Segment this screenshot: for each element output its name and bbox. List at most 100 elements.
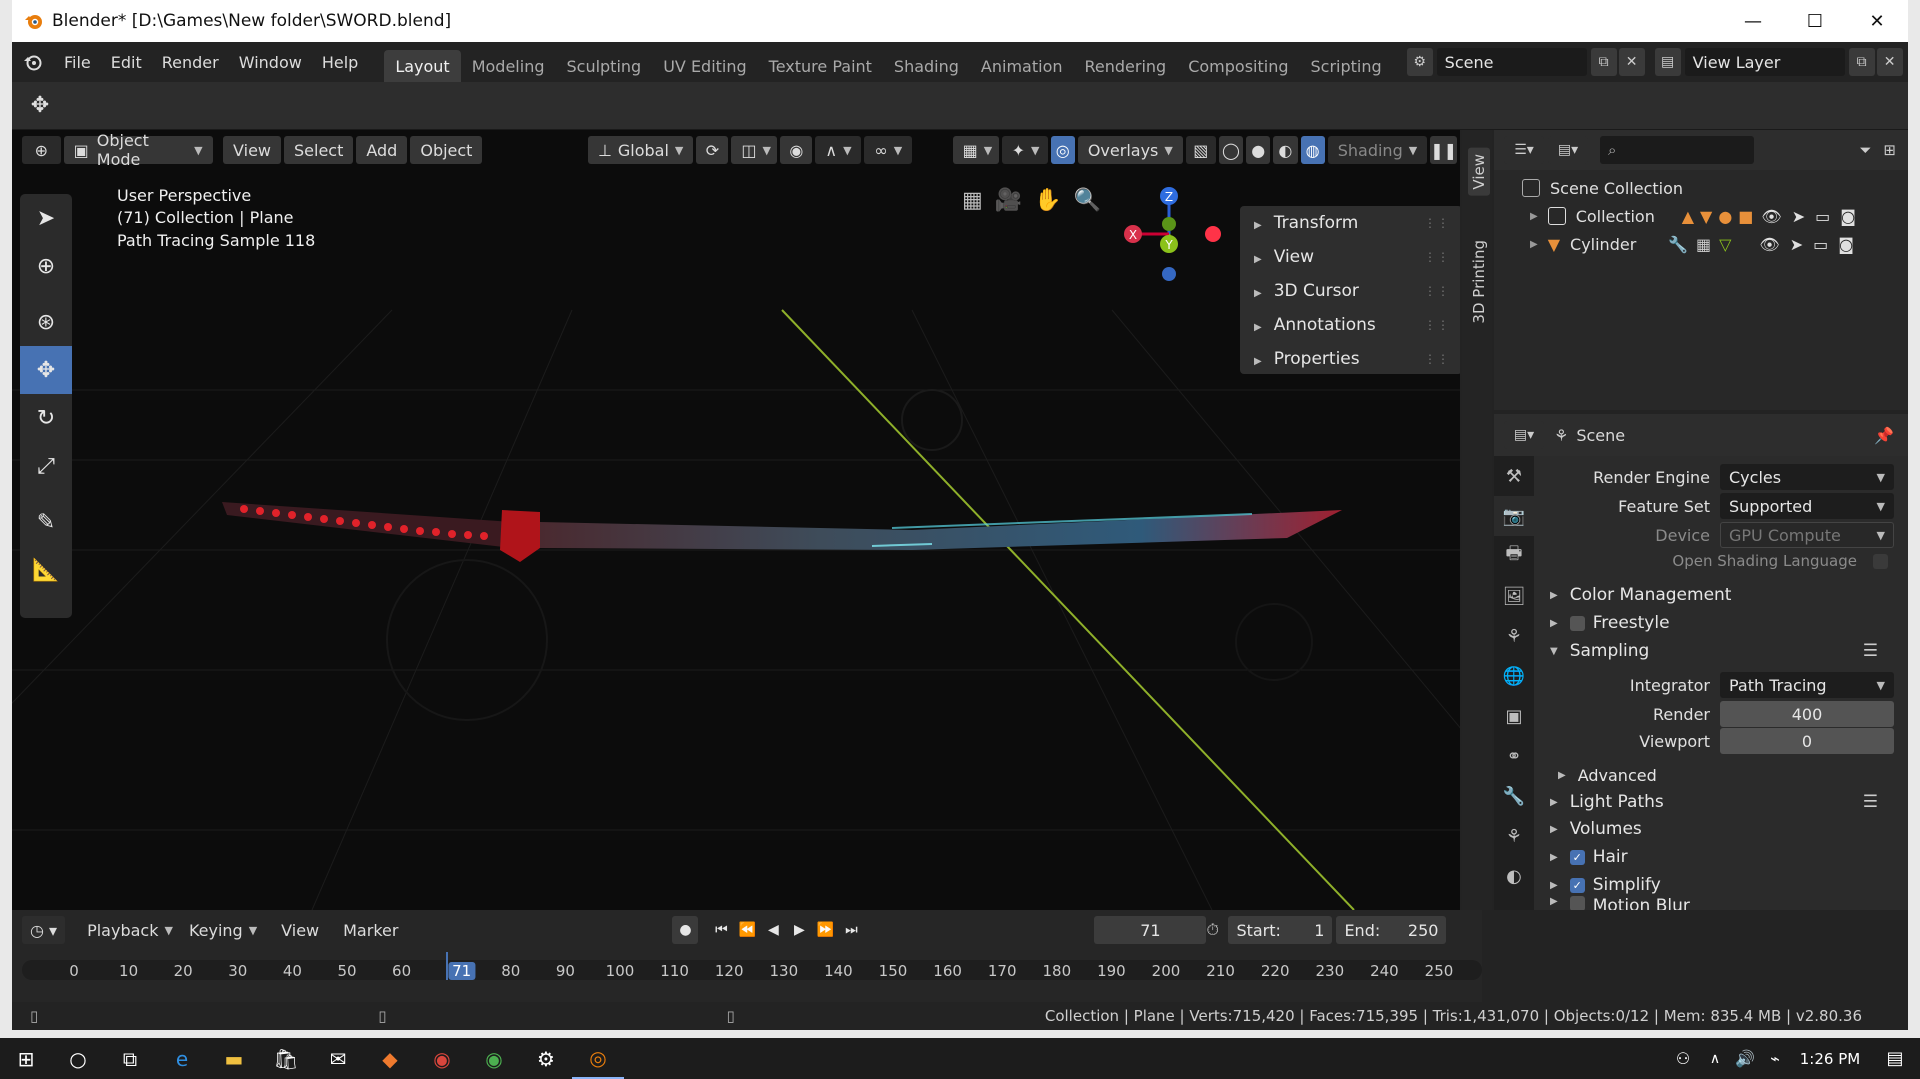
cortana-icon[interactable]: ○ (52, 1038, 104, 1079)
section-volumes[interactable]: ▶ Volumes (1534, 814, 1908, 844)
store-icon[interactable]: 🛍 (260, 1038, 312, 1079)
scale-tool-icon[interactable]: ⤢ (20, 442, 72, 490)
monitor-icon[interactable]: ▭ (1815, 207, 1830, 226)
jump-start-icon[interactable]: ⏮ (708, 916, 734, 944)
menu-edit[interactable]: Edit (101, 42, 152, 82)
menu-marker[interactable]: Marker (335, 916, 406, 944)
device-dropdown[interactable]: GPU Compute ▼ (1720, 522, 1894, 548)
task-view-icon[interactable]: ⧉ (104, 1038, 156, 1079)
tab-3d-printing[interactable]: 3D Printing (1468, 234, 1490, 330)
viewport-3d[interactable]: ⊕ ▣ Object Mode ▼ View Select Add Object … (12, 130, 1460, 910)
tab-uv-editing[interactable]: UV Editing (652, 50, 757, 82)
physics-tab-icon[interactable]: ◐ (1494, 856, 1534, 896)
gizmo-icon[interactable]: ✦ ▼ (1001, 136, 1048, 164)
eye-icon[interactable]: 👁 (1759, 235, 1779, 254)
proportional-edit-icon[interactable]: ◉ (780, 136, 813, 164)
section-motion-blur[interactable]: ▶ Motion Blur (1534, 896, 1908, 910)
edge-icon[interactable]: e (156, 1038, 208, 1079)
section-freestyle[interactable]: ▶ Freestyle (1534, 608, 1908, 638)
annotate-tool-icon[interactable]: ✎ (20, 498, 72, 546)
move-view-tool-icon[interactable]: ⊛ (20, 298, 72, 346)
pause-render-icon[interactable]: ❚❚ (1430, 136, 1457, 164)
outliner-editor-type-icon[interactable]: ☰▾ (1504, 136, 1544, 164)
menu-file[interactable]: File (54, 42, 101, 82)
section-color-management[interactable]: ▶ Color Management (1534, 580, 1908, 610)
maximize-button[interactable]: ☐ (1784, 0, 1846, 42)
settings-gear-icon[interactable]: ⚙ (520, 1038, 572, 1079)
timeline-editor-type-icon[interactable]: ◷ ▾ (22, 916, 66, 944)
presets-list-icon[interactable]: ☰ (1863, 641, 1878, 661)
view-layer-tab-icon[interactable]: 🖼 (1494, 576, 1534, 616)
presets-list-icon[interactable]: ☰ (1863, 792, 1878, 812)
scene-delete-icon[interactable]: ✕ (1618, 48, 1645, 76)
scene-browse-icon[interactable]: ⚙ (1406, 48, 1433, 76)
world-tab-icon[interactable]: 🌐 (1494, 656, 1534, 696)
particles-tab-icon[interactable]: ⚘ (1494, 816, 1534, 856)
chrome-icon[interactable]: ◉ (416, 1038, 468, 1079)
move-tool-icon[interactable]: ✥ (12, 93, 68, 118)
blender-menu-icon[interactable] (12, 52, 54, 72)
cursor-tool-icon[interactable]: ⊕ (20, 242, 72, 290)
section-light-paths[interactable]: ▶ Light Paths ☰ (1534, 787, 1908, 817)
move-tool-button[interactable]: ✥ (20, 346, 72, 394)
section-sampling[interactable]: ▼ Sampling ☰ (1534, 636, 1908, 666)
falloff-icon[interactable]: ∧ ▼ (815, 136, 862, 164)
menu-keying[interactable]: Keying ▼ (181, 916, 265, 944)
wireframe-shading-icon[interactable]: ◯ (1218, 136, 1244, 164)
display-mode-icon[interactable]: ▤▾ (1548, 136, 1588, 164)
app-icon[interactable]: ◆ (364, 1038, 416, 1079)
outliner-search-input[interactable]: ⌕ (1600, 136, 1754, 164)
select-tool-icon[interactable]: ➤ (20, 194, 72, 242)
camera-view-icon[interactable]: 🎥 (995, 188, 1022, 213)
render-engine-dropdown[interactable]: Cycles ▼ (1720, 464, 1894, 490)
measure-tool-icon[interactable]: 📐 (20, 546, 72, 594)
overlay-toggle-icon[interactable]: ◎ (1050, 136, 1075, 164)
volume-icon[interactable]: 🔊 (1730, 1038, 1760, 1079)
file-explorer-icon[interactable]: ▬ (208, 1038, 260, 1079)
section-advanced[interactable]: ▶ Advanced (1534, 760, 1908, 790)
zoom-icon[interactable]: 🔍 (1074, 188, 1101, 213)
pin-icon[interactable]: 📌 (1874, 426, 1894, 445)
npanel-properties[interactable]: ▶ Properties ⋮⋮ (1240, 342, 1460, 376)
view-layer-delete-icon[interactable]: ✕ (1876, 48, 1903, 76)
scene-tab-icon[interactable]: ⚘ (1494, 616, 1534, 656)
render-camera-icon[interactable]: ◙ (1840, 207, 1856, 226)
people-icon[interactable]: ⚇ (1666, 1038, 1700, 1079)
motion-blur-checkbox[interactable] (1569, 896, 1585, 910)
menu-window[interactable]: Window (229, 42, 312, 82)
play-icon[interactable]: ▶ (786, 916, 812, 944)
properties-editor-type-icon[interactable]: ▤▾ (1504, 421, 1544, 449)
snap-icon[interactable]: ◫ ▼ (731, 136, 778, 164)
current-frame-field[interactable]: 71 (1094, 916, 1207, 944)
windows-start-icon[interactable]: ⊞ (0, 1038, 52, 1079)
section-hair[interactable]: ▶ ✓ Hair (1534, 842, 1908, 872)
view-layer-copy-icon[interactable]: ⧉ (1848, 48, 1875, 76)
end-frame-field[interactable]: End: 250 (1336, 916, 1447, 944)
solid-shading-icon[interactable]: ● (1246, 136, 1271, 164)
outliner-row-cylinder[interactable]: ▶ ▼ Cylinder 🔧 ▦ ▽ 👁 ➤ ▭ ◙ (1494, 230, 1908, 258)
select-arrow-icon[interactable]: ➤ (1790, 235, 1803, 254)
menu-render[interactable]: Render (152, 42, 229, 82)
simplify-checkbox[interactable]: ✓ (1569, 877, 1585, 893)
monitor-icon[interactable]: ▭ (1813, 235, 1828, 254)
render-samples-field[interactable]: 400 (1720, 701, 1894, 727)
tab-texture-paint[interactable]: Texture Paint (758, 50, 883, 82)
constraints-tab-icon[interactable]: ⚭ (1494, 736, 1534, 776)
tab-modeling[interactable]: Modeling (461, 50, 556, 82)
transform-orientation-dropdown[interactable]: ⊥ Global ▼ (587, 136, 694, 164)
new-collection-icon[interactable]: ⊞ (1883, 141, 1896, 159)
tab-compositing[interactable]: Compositing (1177, 50, 1299, 82)
overlays-dropdown[interactable]: Overlays ▼ (1077, 136, 1183, 164)
tab-shading[interactable]: Shading (883, 50, 970, 82)
integrator-dropdown[interactable]: Path Tracing ▼ (1720, 672, 1894, 698)
eye-icon[interactable]: 👁 (1761, 207, 1781, 226)
object-tab-icon[interactable]: ▣ (1494, 696, 1534, 736)
tab-view[interactable]: View (1468, 148, 1490, 196)
npanel-view[interactable]: ▶ View ⋮⋮ (1240, 240, 1460, 274)
jump-keyframe-forward-icon[interactable]: ⏩ (812, 916, 838, 944)
npanel-transform[interactable]: ▶ Transform ⋮⋮ (1240, 206, 1460, 240)
xray-icon[interactable]: ▧ (1185, 136, 1216, 164)
jump-keyframe-back-icon[interactable]: ⏪ (734, 916, 760, 944)
menu-select[interactable]: Select (284, 136, 354, 164)
pan-hand-icon[interactable]: ✋ (1034, 188, 1061, 213)
